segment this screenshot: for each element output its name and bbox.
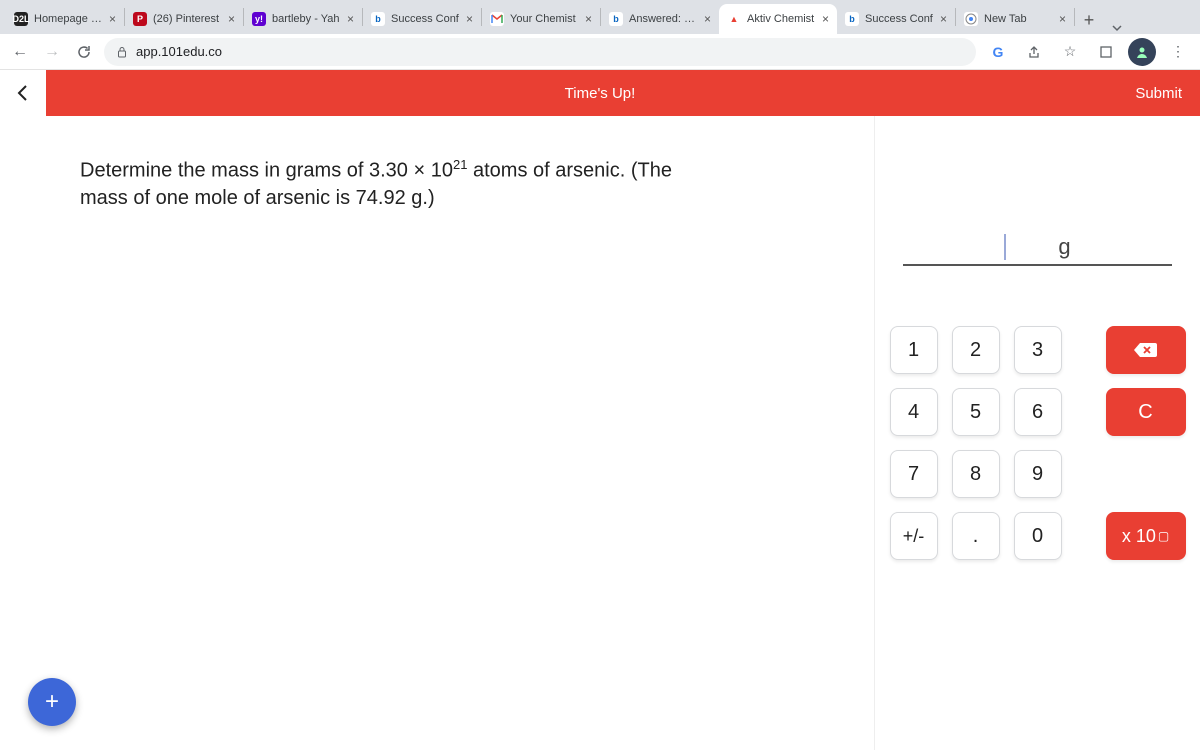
question-text: Determine the mass in grams of 3.30 × 10… bbox=[80, 156, 720, 212]
url-text: app.101edu.co bbox=[136, 44, 222, 59]
tab-label: Aktiv Chemist bbox=[747, 13, 816, 25]
gmail-favicon bbox=[490, 12, 504, 26]
address-bar[interactable]: app.101edu.co bbox=[104, 38, 976, 66]
tab-label: Homepage - S bbox=[34, 13, 103, 25]
key-dot[interactable]: . bbox=[952, 512, 1000, 560]
tab-label: New Tab bbox=[984, 13, 1053, 25]
browser-tabs: D2L Homepage - S × P (26) Pinterest × y!… bbox=[0, 0, 1200, 34]
aktiv-favicon: ▲ bbox=[727, 12, 741, 26]
key-3[interactable]: 3 bbox=[1014, 326, 1062, 374]
close-icon[interactable]: × bbox=[940, 12, 947, 26]
share-icon[interactable] bbox=[1020, 38, 1048, 66]
key-7[interactable]: 7 bbox=[890, 450, 938, 498]
extensions-icon[interactable] bbox=[1092, 38, 1120, 66]
back-button[interactable]: ← bbox=[8, 40, 32, 64]
chrome-favicon bbox=[964, 12, 978, 26]
key-0[interactable]: 0 bbox=[1014, 512, 1062, 560]
close-icon[interactable]: × bbox=[466, 12, 473, 26]
tab-aktiv[interactable]: ▲ Aktiv Chemist × bbox=[719, 4, 837, 34]
bartleby-favicon: b bbox=[371, 12, 385, 26]
profile-avatar[interactable] bbox=[1128, 38, 1156, 66]
tab-d2l[interactable]: D2L Homepage - S × bbox=[6, 4, 124, 34]
tab-newtab[interactable]: New Tab × bbox=[956, 4, 1074, 34]
tab-yahoo[interactable]: y! bartleby - Yah × bbox=[244, 4, 362, 34]
close-icon[interactable]: × bbox=[1059, 12, 1066, 26]
app-header: Time's Up! Submit bbox=[0, 70, 1200, 116]
close-icon[interactable]: × bbox=[585, 12, 592, 26]
tab-bartleby-answered[interactable]: b Answered: Qu × bbox=[601, 4, 719, 34]
tabs-overflow-icon[interactable] bbox=[1103, 22, 1131, 34]
close-icon[interactable]: × bbox=[822, 12, 829, 26]
key-1[interactable]: 1 bbox=[890, 326, 938, 374]
clear-button[interactable]: C bbox=[1106, 388, 1186, 436]
d2l-favicon: D2L bbox=[14, 12, 28, 26]
lock-icon bbox=[116, 46, 128, 58]
close-icon[interactable]: × bbox=[347, 12, 354, 26]
key-8[interactable]: 8 bbox=[952, 450, 1000, 498]
tab-bartleby-2[interactable]: b Success Conf × bbox=[837, 4, 955, 34]
timer-label: Time's Up! bbox=[565, 85, 636, 102]
close-icon[interactable]: × bbox=[704, 12, 711, 26]
add-fab-button[interactable]: + bbox=[28, 678, 76, 726]
key-2[interactable]: 2 bbox=[952, 326, 1000, 374]
tab-label: (26) Pinterest bbox=[153, 13, 222, 25]
forward-button[interactable]: → bbox=[40, 40, 64, 64]
back-chevron-button[interactable] bbox=[0, 70, 46, 116]
close-icon[interactable]: × bbox=[228, 12, 235, 26]
key-9[interactable]: 9 bbox=[1014, 450, 1062, 498]
tab-label: Success Conf bbox=[391, 13, 460, 25]
tab-label: Answered: Qu bbox=[629, 13, 698, 25]
key-5[interactable]: 5 bbox=[952, 388, 1000, 436]
new-tab-button[interactable]: + bbox=[1075, 6, 1103, 34]
tab-pinterest[interactable]: P (26) Pinterest × bbox=[125, 4, 243, 34]
key-6[interactable]: 6 bbox=[1014, 388, 1062, 436]
keypad: 1 2 3 4 5 6 C 7 8 9 +/- . 0 x 10▢ bbox=[891, 326, 1184, 560]
tab-label: Success Conf bbox=[865, 13, 934, 25]
key-plusminus[interactable]: +/- bbox=[890, 512, 938, 560]
yahoo-favicon: y! bbox=[252, 12, 266, 26]
close-icon[interactable]: × bbox=[109, 12, 116, 26]
text-caret bbox=[1004, 234, 1006, 260]
answer-unit: g bbox=[1058, 234, 1070, 260]
reload-button[interactable] bbox=[72, 40, 96, 64]
pinterest-favicon: P bbox=[133, 12, 147, 26]
browser-toolbar: ← → app.101edu.co G ☆ ⋮ bbox=[0, 34, 1200, 70]
submit-button[interactable]: Submit bbox=[1135, 85, 1182, 102]
tab-gmail[interactable]: Your Chemist × bbox=[482, 4, 600, 34]
answer-input[interactable]: g bbox=[891, 136, 1184, 326]
tab-label: bartleby - Yah bbox=[272, 13, 341, 25]
menu-icon[interactable]: ⋮ bbox=[1164, 38, 1192, 66]
bartleby-favicon: b bbox=[845, 12, 859, 26]
bartleby-favicon: b bbox=[609, 12, 623, 26]
backspace-button[interactable] bbox=[1106, 326, 1186, 374]
tab-bartleby-1[interactable]: b Success Conf × bbox=[363, 4, 481, 34]
tab-label: Your Chemist bbox=[510, 13, 579, 25]
key-4[interactable]: 4 bbox=[890, 388, 938, 436]
google-lens-icon[interactable]: G bbox=[984, 38, 1012, 66]
sci-notation-button[interactable]: x 10▢ bbox=[1106, 512, 1186, 560]
bookmark-icon[interactable]: ☆ bbox=[1056, 38, 1084, 66]
